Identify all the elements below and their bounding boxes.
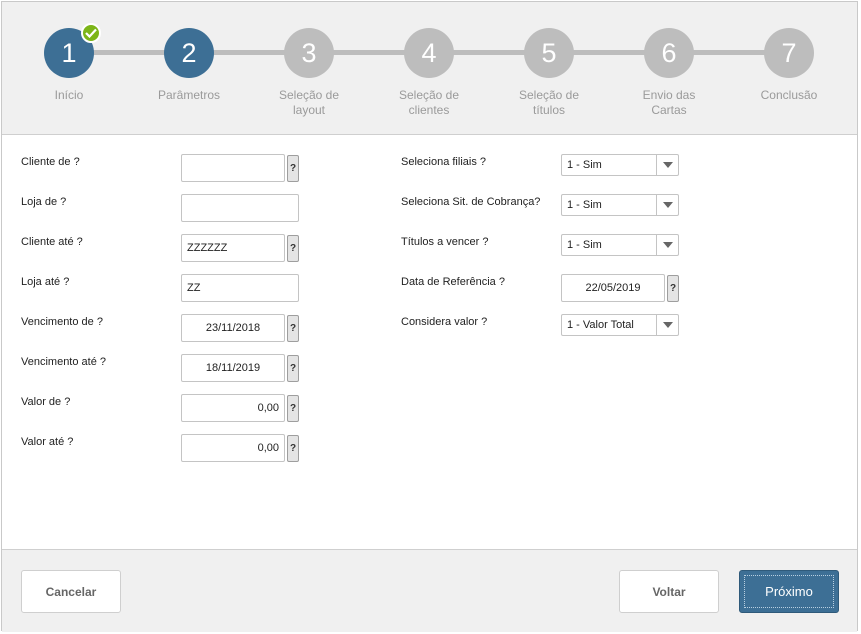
select-value: 1 - Valor Total <box>567 319 634 331</box>
step-circle: 7 <box>764 28 814 78</box>
valor-ate-label: Valor até ? <box>21 436 74 448</box>
back-button[interactable]: Voltar <box>619 570 719 613</box>
chevron-down-icon <box>656 235 678 255</box>
wizard-window: 1 Início 2 Parâmetros 3 Seleção de layou… <box>1 1 858 632</box>
chevron-down-icon <box>656 155 678 175</box>
step-6[interactable]: 6 Envio das Cartas <box>609 28 729 118</box>
select-value: 1 - Sim <box>567 239 602 251</box>
step-label: Seleção de layout <box>278 88 340 117</box>
step-circle: 1 <box>44 23 101 78</box>
chevron-down-icon <box>656 195 678 215</box>
step-number: 3 <box>301 38 317 68</box>
valor-de-help-button[interactable]: ? <box>287 395 299 422</box>
step-7[interactable]: 7 Conclusão <box>729 28 849 103</box>
step-label: Seleção de títulos <box>518 88 580 117</box>
cliente-ate-input[interactable] <box>181 234 285 262</box>
check-icon <box>81 23 101 43</box>
step-1[interactable]: 1 Início <box>9 23 129 103</box>
loja-ate-input[interactable] <box>181 274 299 302</box>
select-value: 1 - Sim <box>567 199 602 211</box>
step-number: 6 <box>661 38 677 68</box>
considera-valor-label: Considera valor ? <box>401 316 488 328</box>
seleciona-sit-cobranca-select[interactable]: 1 - Sim <box>561 194 679 216</box>
step-circle: 4 <box>404 28 454 78</box>
next-button[interactable]: Próximo <box>739 570 839 613</box>
vencimento-ate-help-button[interactable]: ? <box>287 355 299 382</box>
step-3[interactable]: 3 Seleção de layout <box>249 28 369 118</box>
cliente-ate-label: Cliente até ? <box>21 236 83 248</box>
step-label: Conclusão <box>760 88 818 102</box>
step-label: Parâmetros <box>157 88 221 102</box>
vencimento-de-label: Vencimento de ? <box>21 316 103 328</box>
data-referencia-help-button[interactable]: ? <box>667 275 679 302</box>
cliente-ate-help-button[interactable]: ? <box>287 235 299 262</box>
step-label: Início <box>54 88 84 102</box>
valor-ate-input[interactable] <box>181 434 285 462</box>
wizard-footer: Cancelar Voltar Próximo <box>2 549 857 632</box>
valor-de-input[interactable] <box>181 394 285 422</box>
next-button-label: Próximo <box>765 584 813 599</box>
chevron-down-icon <box>656 315 678 335</box>
data-referencia-label: Data de Referência ? <box>401 276 505 288</box>
titulos-a-vencer-select[interactable]: 1 - Sim <box>561 234 679 256</box>
titulos-a-vencer-label: Títulos a vencer ? <box>401 236 489 248</box>
step-circle: 6 <box>644 28 694 78</box>
cliente-de-help-button[interactable]: ? <box>287 155 299 182</box>
seleciona-filiais-select[interactable]: 1 - Sim <box>561 154 679 176</box>
step-4[interactable]: 4 Seleção de clientes <box>369 28 489 118</box>
step-2[interactable]: 2 Parâmetros <box>129 28 249 103</box>
seleciona-sit-cobranca-label: Seleciona Sit. de Cobrança? <box>401 196 541 208</box>
cancel-button[interactable]: Cancelar <box>21 570 121 613</box>
vencimento-de-input[interactable] <box>181 314 285 342</box>
seleciona-filiais-label: Seleciona filiais ? <box>401 156 486 168</box>
vencimento-ate-label: Vencimento até ? <box>21 356 107 368</box>
step-progress-bar: 1 Início 2 Parâmetros 3 Seleção de layou… <box>2 2 857 135</box>
loja-de-input[interactable] <box>181 194 299 222</box>
step-label: Envio das Cartas <box>642 88 696 117</box>
valor-de-label: Valor de ? <box>21 396 71 408</box>
step-circle: 5 <box>524 28 574 78</box>
vencimento-ate-input[interactable] <box>181 354 285 382</box>
step-circle: 3 <box>284 28 334 78</box>
loja-de-label: Loja de ? <box>21 196 67 208</box>
vencimento-de-help-button[interactable]: ? <box>287 315 299 342</box>
step-number: 4 <box>421 38 437 68</box>
cliente-de-label: Cliente de ? <box>21 156 80 168</box>
step-number: 7 <box>781 38 797 68</box>
step-number: 5 <box>541 38 557 68</box>
considera-valor-select[interactable]: 1 - Valor Total <box>561 314 679 336</box>
step-number: 2 <box>181 38 197 68</box>
valor-ate-help-button[interactable]: ? <box>287 435 299 462</box>
step-number: 1 <box>61 38 77 68</box>
step-circle: 2 <box>164 28 214 78</box>
cliente-de-input[interactable] <box>181 154 285 182</box>
step-label: Seleção de clientes <box>398 88 460 117</box>
data-referencia-input[interactable] <box>561 274 665 302</box>
step-5[interactable]: 5 Seleção de títulos <box>489 28 609 118</box>
select-value: 1 - Sim <box>567 159 602 171</box>
loja-ate-label: Loja até ? <box>21 276 70 288</box>
